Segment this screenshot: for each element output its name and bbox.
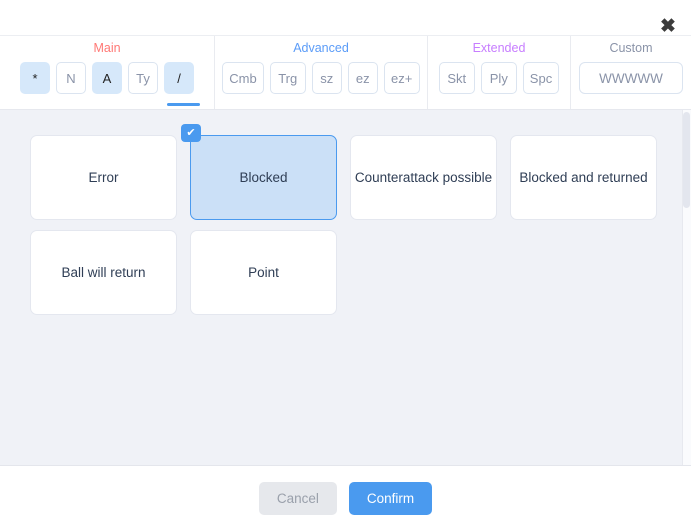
content-scrollbar[interactable] [682, 110, 691, 465]
toolbar-button-main-3[interactable]: Ty [128, 62, 158, 94]
content-scrollbar-thumb[interactable] [683, 112, 690, 208]
option-card-grid: Error ✔ Blocked Counterattack possible B… [30, 124, 661, 315]
option-card-error[interactable]: Error [30, 135, 177, 220]
option-card-point[interactable]: Point [190, 230, 337, 315]
dialog-titlebar: ✖ [0, 0, 691, 37]
toolbar-buttons-advanced: Cmb Trg sz ez ez+ [222, 62, 420, 94]
options-panel: Error ✔ Blocked Counterattack possible B… [0, 110, 691, 466]
active-tab-indicator [167, 103, 200, 106]
close-icon[interactable]: ✖ [658, 17, 678, 37]
option-card-ball-will-return[interactable]: Ball will return [30, 230, 177, 315]
option-card-blocked[interactable]: ✔ Blocked [181, 124, 337, 220]
toolbar-button-main-1[interactable]: N [56, 62, 86, 94]
section-label-advanced: Advanced [293, 41, 349, 55]
toolbar-button-main-2[interactable]: A [92, 62, 122, 94]
toolbar-section-extended: Extended Skt Ply Spc [427, 36, 570, 109]
toolbar-button-advanced-1[interactable]: Trg [269, 62, 306, 94]
option-card-label: Ball will return [61, 265, 146, 280]
confirm-button[interactable]: Confirm [348, 482, 433, 515]
toolbar-button-main-4[interactable]: / [164, 62, 194, 94]
toolbar-section-main: Main * N A Ty / [0, 36, 214, 109]
toolbar-button-advanced-3[interactable]: ez [347, 62, 378, 94]
dialog-footer: Cancel Confirm [0, 466, 691, 529]
section-label-custom: Custom [609, 41, 653, 55]
cancel-button[interactable]: Cancel [258, 482, 337, 515]
option-card-label: Blocked and returned [519, 170, 648, 185]
toolbar-button-extended-2[interactable]: Spc [522, 62, 560, 94]
section-label-main: Main [93, 41, 121, 55]
custom-tag-input[interactable] [579, 62, 683, 94]
toolbar-button-main-0[interactable]: * [20, 62, 50, 94]
toolbar-button-advanced-4[interactable]: ez+ [383, 62, 420, 94]
toolbar-button-advanced-0[interactable]: Cmb [222, 62, 264, 94]
toolbar-buttons-main: * N A Ty / [20, 62, 194, 94]
option-card-label: Blocked [239, 170, 288, 185]
check-icon: ✔ [181, 124, 201, 142]
option-card-label: Counterattack possible [354, 170, 493, 185]
toolbar-section-advanced: Advanced Cmb Trg sz ez ez+ [214, 36, 427, 109]
category-toolbar: Main * N A Ty / Advanced Cmb Trg sz ez e… [0, 35, 691, 110]
option-card-label: Point [248, 265, 279, 280]
option-card-label: Error [88, 170, 119, 185]
toolbar-button-advanced-2[interactable]: sz [311, 62, 342, 94]
toolbar-custom-row [579, 62, 683, 94]
toolbar-buttons-extended: Skt Ply Spc [438, 62, 560, 94]
toolbar-button-extended-0[interactable]: Skt [438, 62, 475, 94]
option-card-blocked-and-returned[interactable]: Blocked and returned [510, 135, 657, 220]
toolbar-button-extended-1[interactable]: Ply [480, 62, 517, 94]
toolbar-section-custom: Custom [570, 36, 691, 109]
section-label-extended: Extended [472, 41, 526, 55]
option-card-counterattack-possible[interactable]: Counterattack possible [350, 135, 497, 220]
